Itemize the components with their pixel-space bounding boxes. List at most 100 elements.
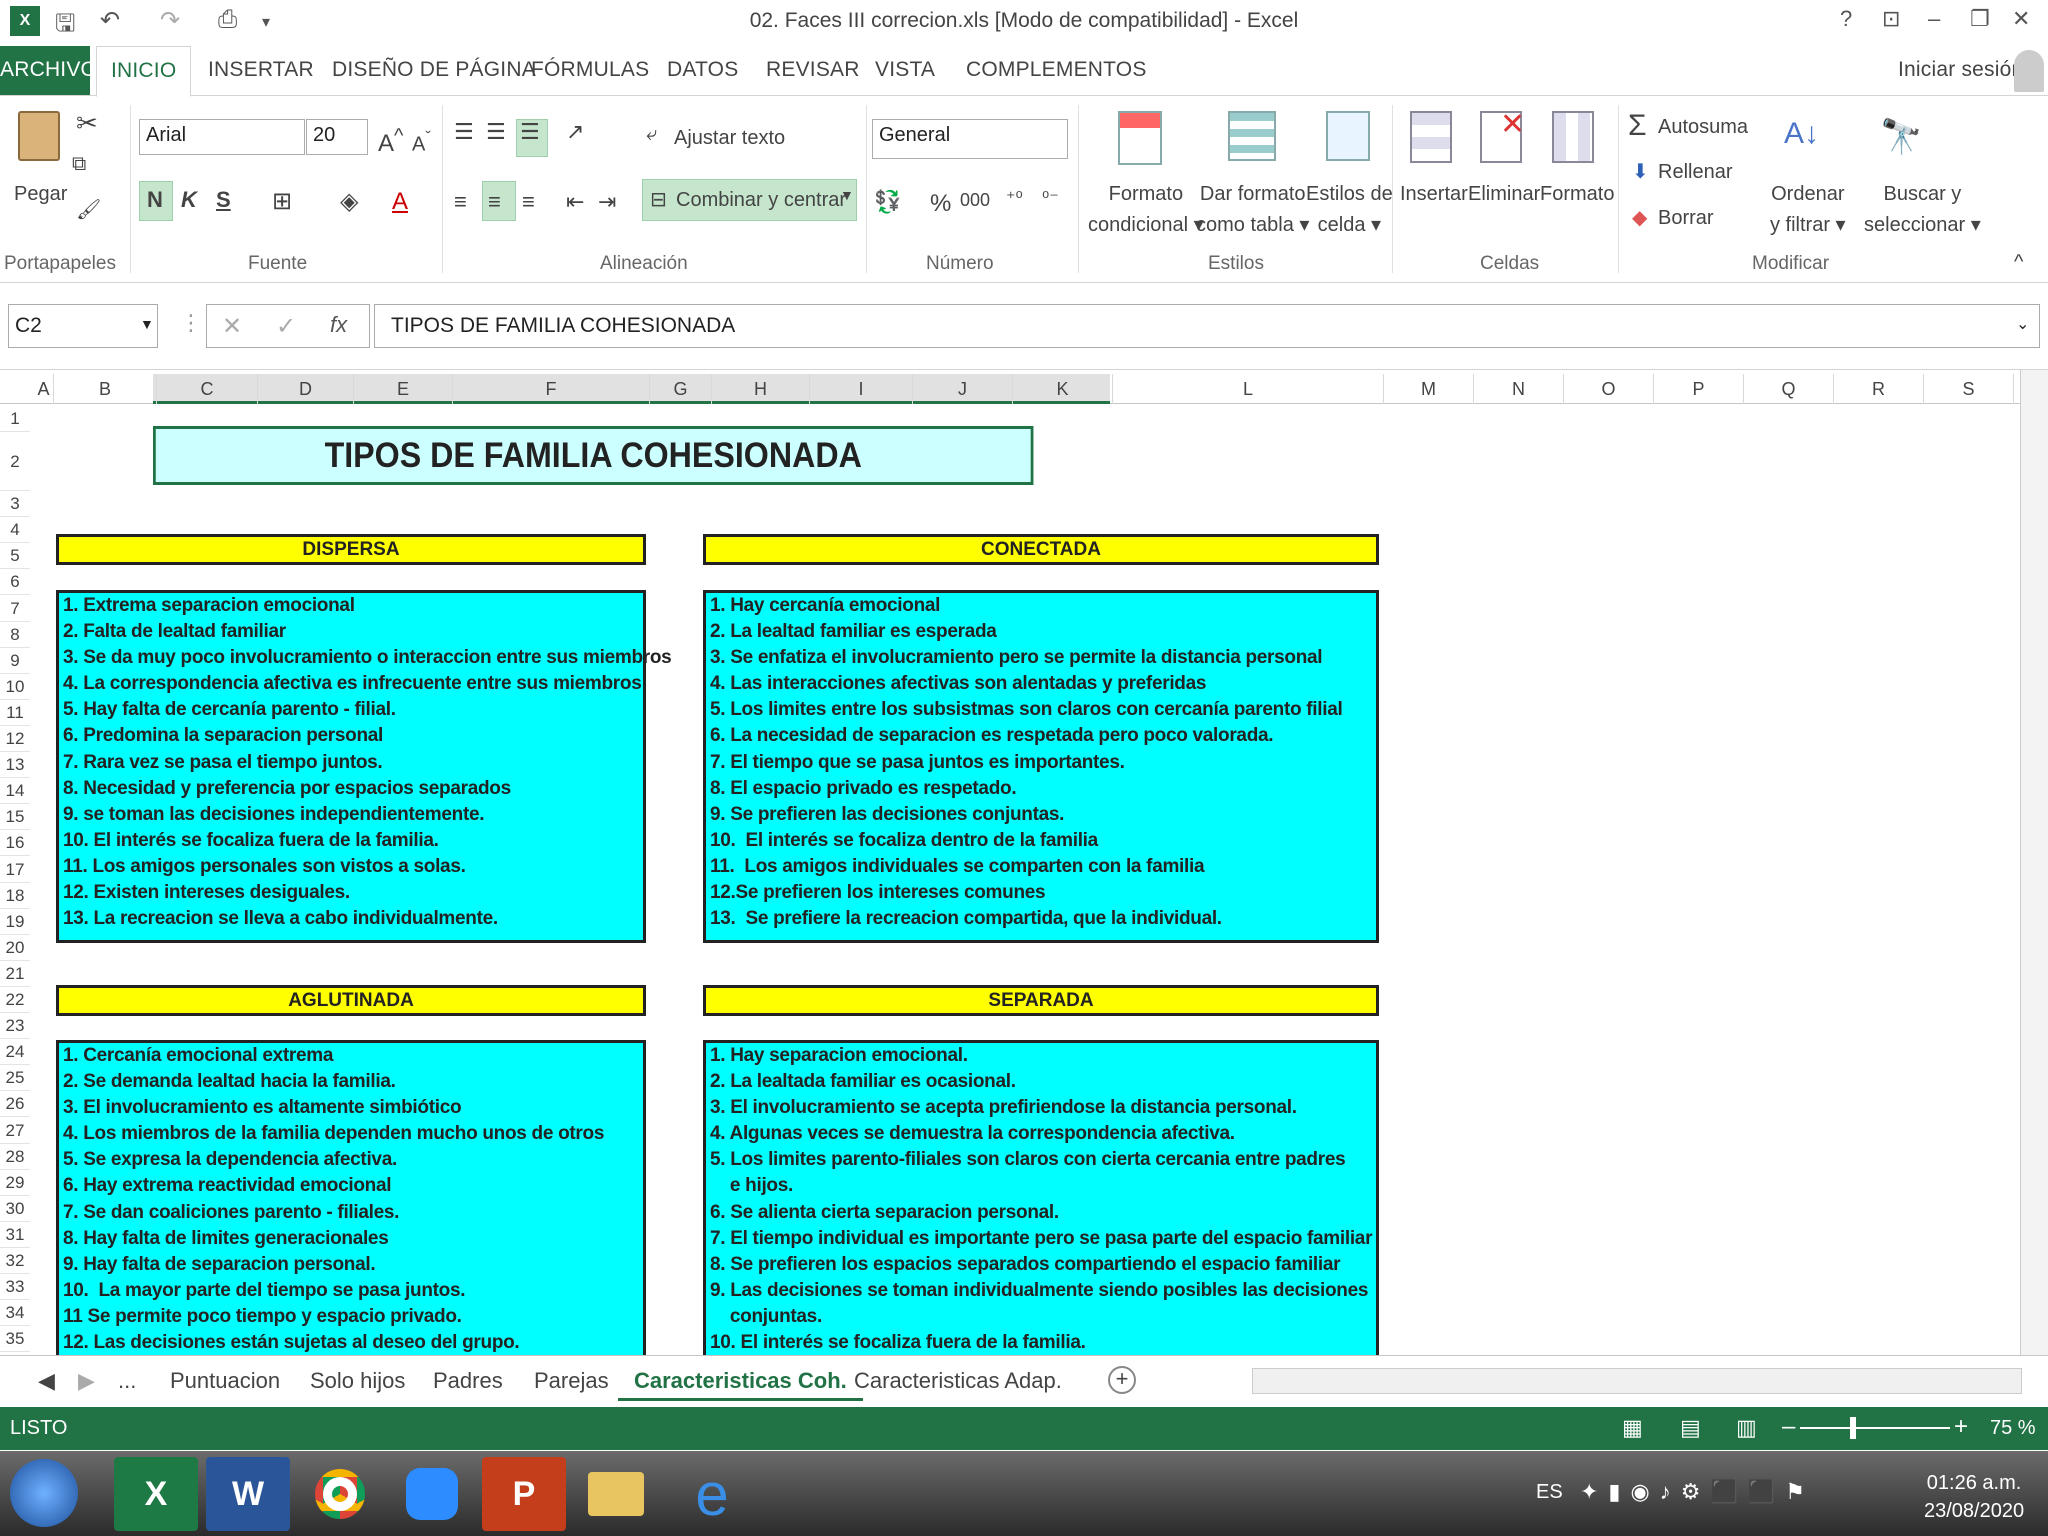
format-cells-button[interactable]: Formato [1540,179,1614,210]
list-item[interactable]: 5. Los limites parento-filiales son clar… [710,1147,1372,1173]
wrap-text-button[interactable]: Ajustar texto [674,123,785,154]
copy-icon[interactable]: ⧉ [72,149,86,180]
font-name-select[interactable]: Arial [139,119,305,155]
list-item[interactable]: 3. El involucramiento es altamente simbi… [63,1095,639,1121]
list-item[interactable]: 7. Se dan coaliciones parento - filiales… [63,1200,639,1226]
column-header[interactable]: D [258,374,354,404]
row-header[interactable]: 25 [0,1065,30,1092]
shrink-font-icon[interactable]: Aˇ [412,125,431,161]
list-item[interactable]: 7. El tiempo individual es importante pe… [710,1226,1372,1252]
row-header[interactable]: 13 [0,752,30,779]
language-indicator[interactable]: ES [1536,1481,1563,1504]
row-header[interactable]: 14 [0,778,30,805]
tab-vista[interactable]: VISTA [875,58,935,82]
list-item[interactable]: 7. El tiempo que se pasa juntos es impor… [710,750,1372,776]
row-header[interactable]: 22 [0,987,30,1014]
list-item[interactable]: 9. Las decisiones se toman individualmen… [710,1278,1372,1304]
list-item[interactable]: 8. Hay falta de limites generacionales [63,1226,639,1252]
row-header[interactable]: 10 [0,674,30,700]
list-item[interactable]: 1. Hay cercanía emocional [710,593,1372,619]
list-item[interactable]: 10. La mayor parte del tiempo se pasa ju… [63,1278,639,1304]
sheet-title-cell[interactable]: TIPOS DE FAMILIA COHESIONADA [153,426,1034,485]
row-header[interactable]: 27 [0,1118,30,1144]
list-item[interactable]: 1. Hay separacion emocional. [710,1043,1372,1069]
row-header[interactable]: 15 [0,804,30,831]
row-header[interactable]: 18 [0,883,30,909]
conditional-format-icon[interactable] [1118,111,1162,165]
taskbar-chrome-icon[interactable] [298,1457,382,1531]
tab-datos[interactable]: DATOS [667,58,738,82]
close-icon[interactable]: ✕ [2012,6,2030,32]
column-header[interactable]: G [650,374,712,404]
clear-button[interactable]: Borrar [1658,203,1714,234]
column-header[interactable]: M [1384,374,1474,404]
align-bottom-icon[interactable]: ☰ [520,115,540,149]
sheet-tab-more[interactable]: ... [118,1368,136,1394]
tab-inicio[interactable]: INICIO [96,46,192,97]
list-item[interactable]: 8. El espacio privado es respetado. [710,776,1372,802]
column-header[interactable]: S [1924,374,2014,404]
list-item[interactable]: 8. Necesidad y preferencia por espacios … [63,776,639,802]
list-item[interactable]: 9. Hay falta de separacion personal. [63,1252,639,1278]
list-item[interactable]: 10. El interés se focaliza fuera de la f… [710,1330,1372,1356]
taskbar-powerpoint-icon[interactable]: P [482,1457,566,1531]
tab-complementos[interactable]: COMPLEMENTOS [966,58,1147,82]
currency-icon[interactable]: 💱 [874,185,901,219]
list-item[interactable]: 4. Las interacciones afectivas son alent… [710,671,1372,697]
autosum-button[interactable]: Autosuma [1658,112,1748,143]
tab-revisar[interactable]: REVISAR [766,58,860,82]
grow-font-icon[interactable]: A^ [378,121,403,162]
list-item[interactable]: 6. La necesidad de separacion es respeta… [710,723,1372,749]
list-item[interactable]: e hijos. [710,1173,1372,1199]
row-header[interactable]: 34 [0,1300,30,1327]
row-header[interactable]: 28 [0,1144,30,1170]
number-format-select[interactable]: General [872,119,1068,159]
list-item[interactable]: 12.Se prefieren los intereses comunes [710,880,1372,906]
list-item[interactable]: 4. La correspondencia afectiva es infrec… [63,671,642,697]
taskbar-explorer-icon[interactable] [574,1457,658,1531]
align-right-icon[interactable]: ≡ [522,185,535,219]
list-item[interactable]: 5. Se expresa la dependencia afectiva. [63,1147,639,1173]
prev-sheet-icon[interactable]: ◀ [38,1368,55,1394]
list-item[interactable]: 8. Se prefieren los espacios separados c… [710,1252,1372,1278]
list-item[interactable]: 10. El interés se focaliza fuera de la f… [63,828,639,854]
row-header[interactable]: 29 [0,1170,30,1196]
fill-icon[interactable]: ⬇ [1632,157,1649,188]
row-header[interactable]: 7 [0,596,30,622]
normal-view-icon[interactable]: ▦ [1622,1415,1643,1441]
row-header[interactable]: 3 [0,491,30,518]
taskbar-zoom-icon[interactable] [390,1457,474,1531]
decrease-indent-icon[interactable]: ⇤ [566,185,584,219]
row-header[interactable]: 30 [0,1196,30,1222]
thousands-button[interactable]: 000 [960,187,990,215]
user-avatar-icon[interactable] [2014,50,2044,92]
row-header[interactable]: 33 [0,1274,30,1301]
list-item[interactable]: 2. Falta de lealtad familiar [63,619,639,645]
list-item[interactable]: 6. Hay extrema reactividad emocional [63,1173,639,1199]
taskbar-ie-icon[interactable]: e [670,1457,754,1531]
fill-button[interactable]: Rellenar [1658,157,1732,188]
row-header[interactable]: 8 [0,622,30,648]
row-header[interactable]: 11 [0,700,30,726]
list-item[interactable]: 11. Los amigos personales son vistos a s… [63,854,639,880]
tab-formulas[interactable]: FÓRMULAS [531,58,649,82]
column-header[interactable]: A [34,374,54,404]
collapse-ribbon-icon[interactable]: ^ [2014,247,2023,278]
row-header[interactable]: 24 [0,1039,30,1066]
row-header[interactable]: 2 [0,432,30,492]
row-header[interactable]: 12 [0,726,30,753]
row-header[interactable]: 1 [0,406,30,433]
row-header[interactable]: 32 [0,1248,30,1275]
header-aglutinada[interactable]: AGLUTINADA [56,985,646,1016]
minimize-icon[interactable]: – [1928,6,1940,32]
column-header[interactable]: I [810,374,913,404]
paste-clipboard-icon[interactable] [18,111,60,161]
row-header[interactable]: 26 [0,1091,30,1118]
help-icon[interactable]: ? [1840,6,1852,32]
list-item[interactable]: conjuntas. [710,1304,1372,1330]
cancel-icon[interactable]: ✕ [222,312,242,341]
list-item[interactable]: 12. Las decisiones están sujetas al dese… [63,1330,639,1356]
row-header[interactable]: 9 [0,648,30,674]
column-header[interactable]: F [453,374,650,404]
header-conectada[interactable]: CONECTADA [703,534,1379,565]
